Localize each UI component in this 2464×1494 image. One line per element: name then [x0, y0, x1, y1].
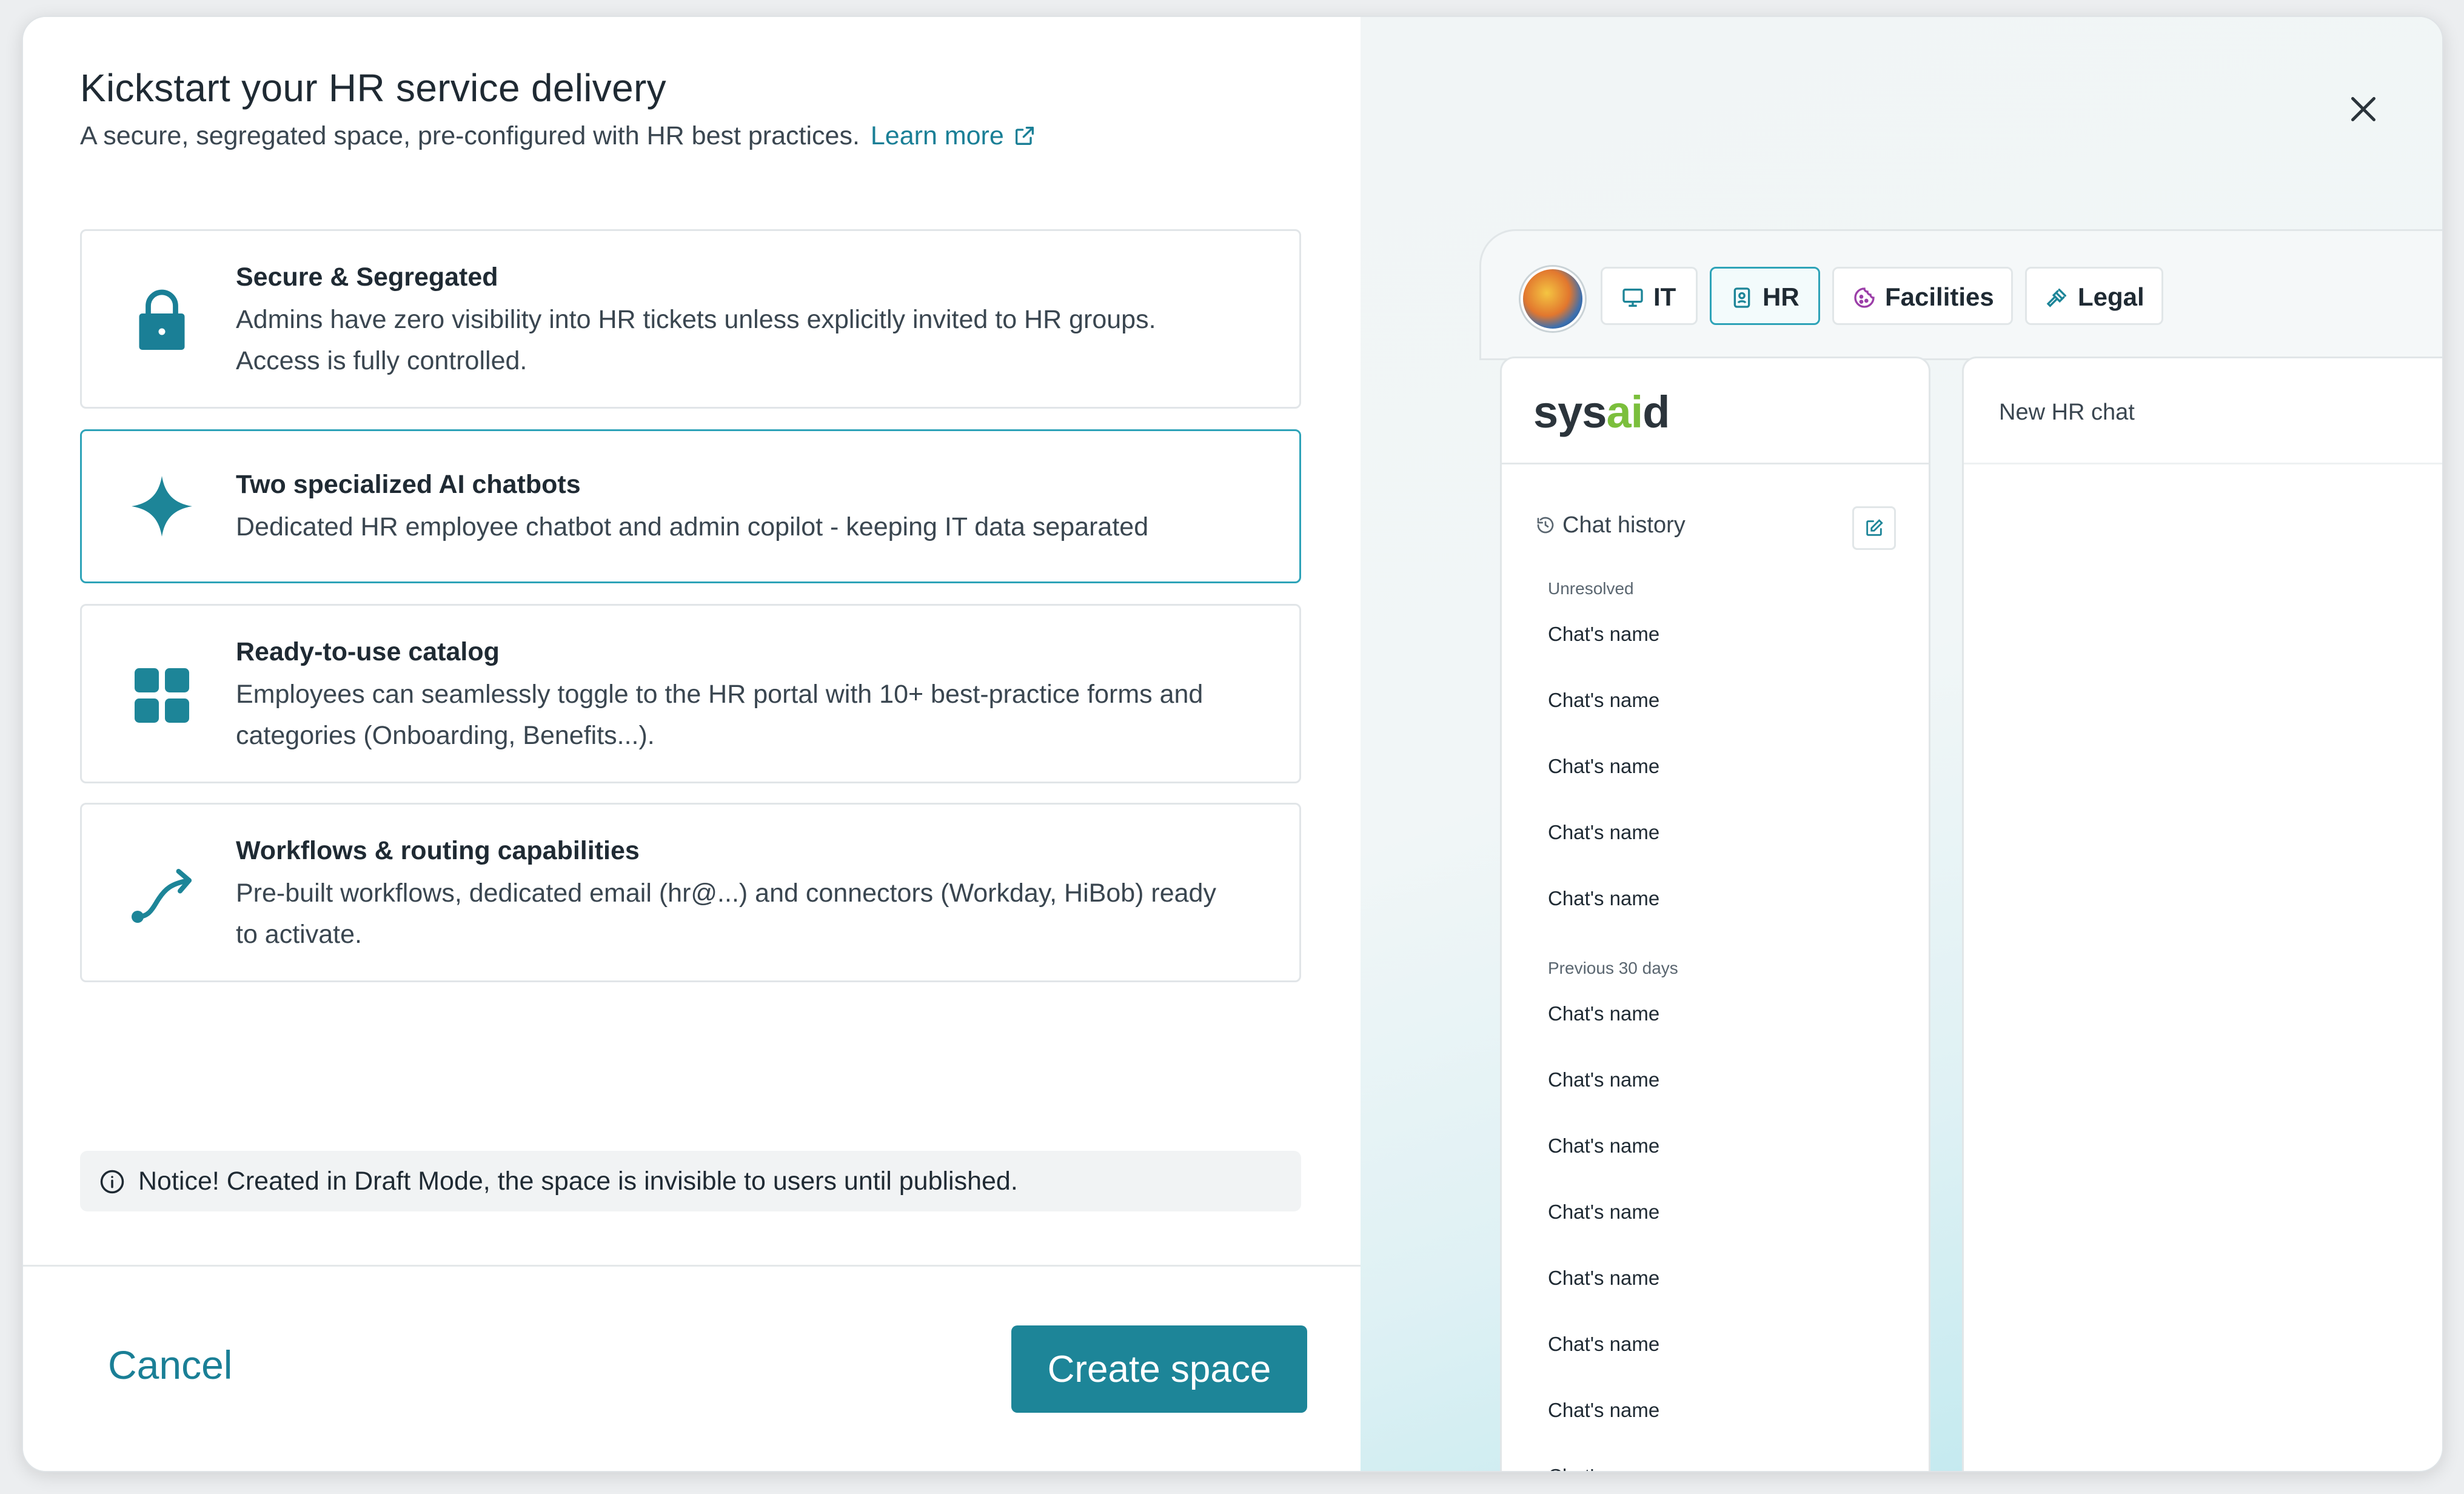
tab-legal[interactable]: Legal: [2025, 267, 2163, 325]
feature-description: Pre-built workflows, dedicated email (hr…: [236, 879, 1216, 949]
feature-title: Two specialized AI chatbots: [236, 470, 581, 499]
chat-main-panel: New HR chat: [1962, 357, 2442, 1471]
chat-sidebar: sysaid Chat history Unresolved Chat's na…: [1500, 357, 1930, 1471]
feature-title: Secure & Segregated: [236, 263, 498, 292]
close-icon[interactable]: [2345, 91, 2382, 127]
feature-description: Admins have zero visibility into HR tick…: [236, 305, 1156, 375]
history-icon: [1537, 517, 1554, 534]
preview-pane: IT HR Facilities Legal sysaid Chat histo…: [1361, 17, 2442, 1471]
tab-label: Legal: [2078, 283, 2144, 311]
feature-title: Ready-to-use catalog: [236, 637, 500, 666]
sidebar-divider: [1502, 463, 1929, 464]
chat-list-item[interactable]: Chat's name: [1548, 1201, 1659, 1224]
chat-list-item[interactable]: Chat's name: [1548, 623, 1659, 646]
modal-subtitle: A secure, segregated space, pre-configur…: [80, 121, 1037, 151]
learn-more-link[interactable]: Learn more: [871, 121, 1037, 150]
chat-divider: [1964, 463, 2442, 464]
chat-list-item[interactable]: Chat's name: [1548, 1068, 1659, 1091]
external-link-icon: [1015, 127, 1034, 145]
group-label-previous: Previous 30 days: [1548, 959, 1678, 977]
chat-history-header: Chat history: [1536, 512, 1686, 538]
gavel-icon: [2046, 289, 2066, 307]
cancel-button[interactable]: Cancel: [108, 1342, 232, 1388]
tab-facilities[interactable]: Facilities: [1832, 267, 2013, 325]
feature-title: Workflows & routing capabilities: [236, 836, 640, 865]
create-space-button[interactable]: Create space: [1011, 1325, 1307, 1413]
hr-space-modal: Kickstart your HR service delivery A sec…: [22, 16, 2443, 1472]
group-label-unresolved: Unresolved: [1548, 579, 1634, 598]
modal-title: Kickstart your HR service delivery: [80, 66, 666, 110]
tab-label: IT: [1653, 283, 1676, 311]
chat-list-item[interactable]: Chat's name: [1548, 1267, 1659, 1290]
chat-list-item[interactable]: Chat's name: [1548, 887, 1659, 910]
notice-text: Notice! Created in Draft Mode, the space…: [138, 1167, 1018, 1196]
new-chat-button[interactable]: [1852, 506, 1896, 550]
chat-list-item[interactable]: Chat's name: [1548, 689, 1659, 712]
draft-notice: Notice! Created in Draft Mode, the space…: [80, 1151, 1301, 1211]
tab-it[interactable]: IT: [1601, 267, 1698, 325]
feature-description: Employees can seamlessly toggle to the H…: [236, 680, 1204, 750]
feature-description: Dedicated HR employee chatbot and admin …: [236, 512, 1149, 541]
route-icon: [132, 869, 192, 923]
edit-icon: [1866, 519, 1883, 536]
sparkle-icon: [132, 476, 192, 537]
learn-more-label: Learn more: [870, 121, 1004, 150]
cookie-icon: [1854, 287, 1875, 308]
feature-card-secure[interactable]: Secure & Segregated Admins have zero vis…: [80, 229, 1301, 409]
modal-left-pane: Kickstart your HR service delivery A sec…: [23, 17, 1362, 1471]
feature-card-workflows[interactable]: Workflows & routing capabilities Pre-bui…: [80, 803, 1301, 982]
chat-list-item[interactable]: Chat's name: [1548, 1333, 1659, 1356]
chat-history-label: Chat history: [1562, 512, 1686, 538]
footer-divider: [23, 1265, 1361, 1267]
tab-label: HR: [1763, 283, 1799, 311]
avatar: [1521, 267, 1585, 331]
badge-icon: [1733, 287, 1750, 308]
chat-list-item[interactable]: Chat's name: [1548, 1399, 1659, 1422]
sysaid-logo: sysaid: [1533, 387, 1670, 437]
chat-list-item[interactable]: Chat's name: [1548, 821, 1659, 844]
feature-card-catalog[interactable]: Ready-to-use catalog Employees can seaml…: [80, 604, 1301, 783]
chat-list-item[interactable]: Chat's name: [1548, 1465, 1659, 1471]
chat-list-item[interactable]: Chat's name: [1548, 1002, 1659, 1025]
tab-hr[interactable]: HR: [1710, 267, 1820, 325]
new-chat-title: New HR chat: [1999, 400, 2135, 425]
lock-icon: [139, 289, 185, 350]
grid-icon: [135, 668, 189, 723]
subtitle-text: A secure, segregated space, pre-configur…: [80, 121, 860, 150]
monitor-icon: [1622, 289, 1643, 307]
chat-list-item[interactable]: Chat's name: [1548, 755, 1659, 778]
tab-label: Facilities: [1885, 283, 1994, 311]
info-icon: [100, 1170, 124, 1194]
feature-card-chatbots[interactable]: Two specialized AI chatbots Dedicated HR…: [80, 429, 1301, 583]
chat-list-item[interactable]: Chat's name: [1548, 1134, 1659, 1157]
